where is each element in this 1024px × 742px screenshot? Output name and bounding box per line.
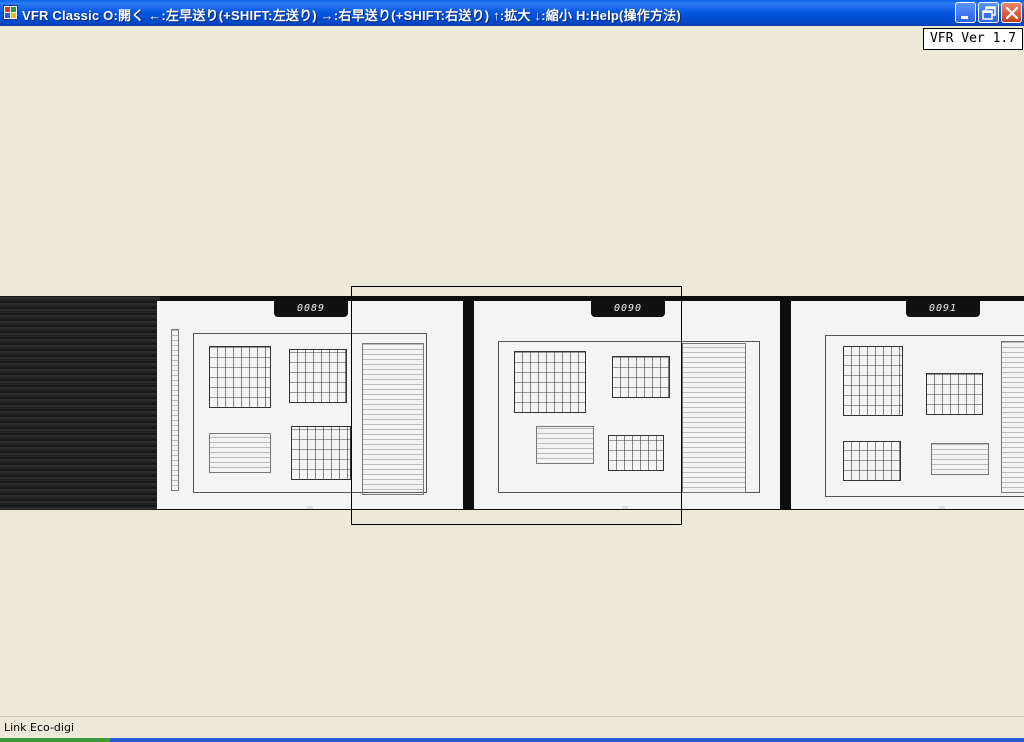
section-drawing <box>682 343 746 493</box>
film-leader <box>0 296 160 510</box>
floor-plan <box>926 373 983 415</box>
elevation-drawing <box>931 443 989 475</box>
floor-plan <box>843 346 903 416</box>
restore-button[interactable] <box>978 2 999 23</box>
section-drawing <box>1001 341 1024 493</box>
floor-plan <box>289 349 347 403</box>
frame-mark <box>307 506 313 509</box>
elevation-drawing <box>843 441 901 481</box>
window-title: VFR Classic O:開く ←:左早送り(+SHIFT:左送り) →:右早… <box>22 8 681 23</box>
status-text: Link Eco-digi <box>4 721 75 734</box>
viewport-selection-box[interactable] <box>351 286 682 525</box>
frame-mark <box>939 506 945 509</box>
film-frame-0091[interactable]: 0091 <box>791 301 1024 509</box>
elevation-drawing <box>209 433 271 473</box>
status-bar: Link Eco-digi <box>0 716 1024 738</box>
title-bar[interactable]: VFR Classic O:開く ←:左早送り(+SHIFT:左送り) →:右早… <box>0 0 1024 26</box>
frame-number: 0089 <box>274 301 348 317</box>
taskbar-edge <box>0 738 1024 742</box>
frame-number: 0091 <box>906 301 980 317</box>
close-icon <box>1005 6 1019 20</box>
minimize-icon <box>961 16 968 19</box>
floor-plan <box>209 346 271 408</box>
drawing-border-text <box>171 329 179 491</box>
close-button[interactable] <box>1001 2 1022 23</box>
elevation-drawing <box>291 426 351 480</box>
minimize-button[interactable] <box>955 2 976 23</box>
restore-icon <box>982 6 996 20</box>
version-label: VFR Ver 1.7 <box>923 28 1023 50</box>
app-grid-icon[interactable] <box>3 5 18 20</box>
